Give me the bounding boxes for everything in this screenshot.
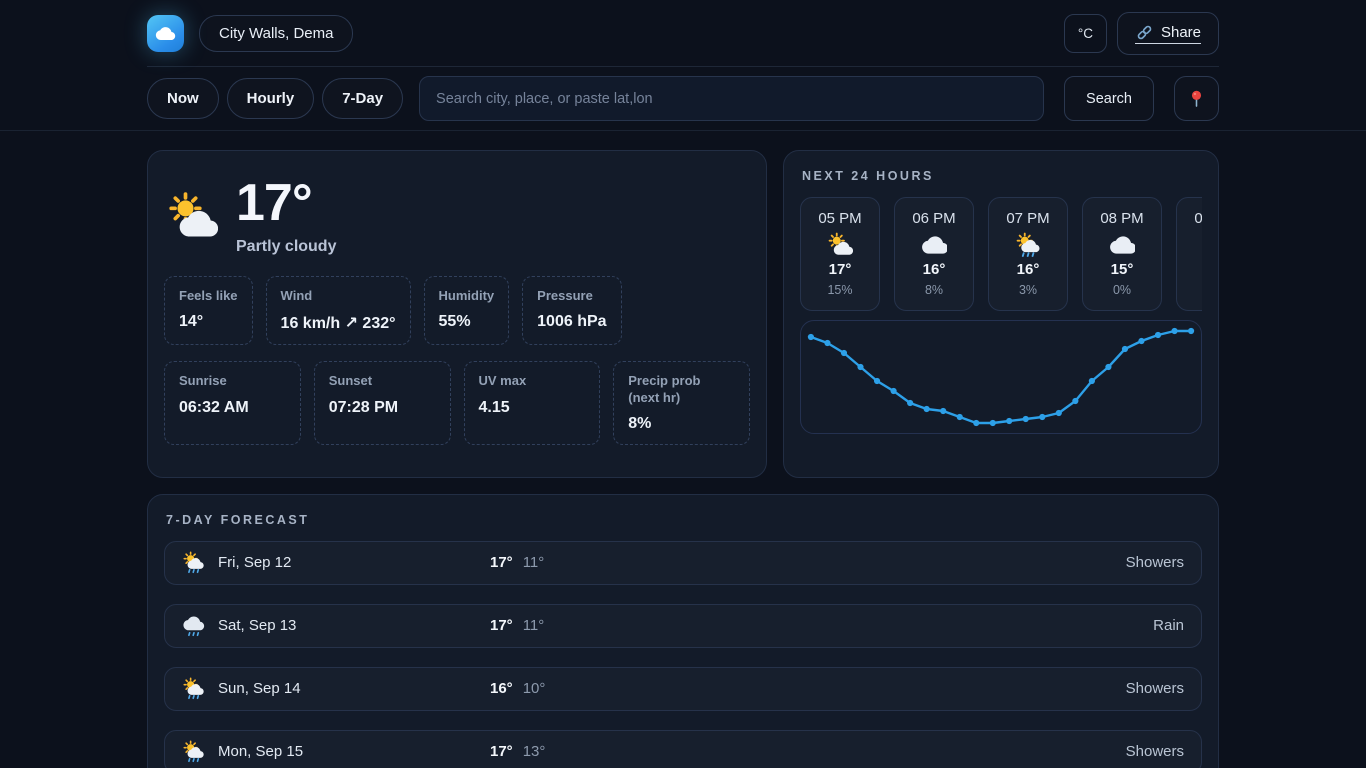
hour-weather-icon <box>921 232 947 258</box>
hour-card: 06 PM 16° 8% <box>894 197 974 311</box>
day-high: 17° <box>490 617 513 634</box>
day-weather-icon <box>182 551 205 574</box>
search-button[interactable]: Search <box>1064 76 1154 121</box>
current-condition: Partly cloudy <box>236 238 336 256</box>
day-weather-icon <box>182 677 205 700</box>
share-button[interactable]: Share <box>1117 12 1219 55</box>
day-condition: Rain <box>544 617 1184 634</box>
current-temp: 17° <box>236 177 336 229</box>
stat-feels-like: Feels like 14° <box>164 276 253 345</box>
day-low: 13° <box>523 743 546 760</box>
stat-wind: Wind 16 km/h ↗ 232° <box>266 276 411 345</box>
hour-weather-icon <box>1015 232 1041 258</box>
current-weather-icon <box>166 191 218 243</box>
share-label: Share <box>1161 24 1201 41</box>
day-low: 11° <box>523 554 545 571</box>
stat-pressure: Pressure 1006 hPa <box>522 276 621 345</box>
stat-sunset: Sunset 07:28 PM <box>314 361 451 445</box>
seven-day-forecast-card: 7-DAY FORECAST Fri, Sep 12 17° 11° Showe… <box>147 494 1219 768</box>
day-low: 11° <box>523 617 545 634</box>
forecast-row: Sat, Sep 13 17° 11° Rain <box>164 604 1202 648</box>
nav-bar: Now Hourly 7-Day Search <box>0 67 1366 131</box>
app-logo <box>147 15 184 52</box>
day-high: 17° <box>490 554 513 571</box>
forecast-row: Mon, Sep 15 17° 13° Showers <box>164 730 1202 768</box>
day-low: 10° <box>523 680 546 697</box>
day-high: 16° <box>490 680 513 697</box>
hour-card: 09 PM <box>1176 197 1202 311</box>
seven-day-title: 7-DAY FORECAST <box>166 513 1202 527</box>
search-input[interactable] <box>419 76 1044 121</box>
pushpin-icon <box>1186 88 1207 109</box>
stat-sunrise: Sunrise 06:32 AM <box>164 361 301 445</box>
next-24-hours-title: NEXT 24 HOURS <box>802 169 1202 183</box>
tab-hourly[interactable]: Hourly <box>227 78 315 119</box>
stat-precip-prob: Precip prob (next hr) 8% <box>613 361 750 445</box>
current-conditions-card: 17° Partly cloudy Feels like 14° Wind 16… <box>147 150 767 478</box>
trend-chart-svg <box>801 321 1201 433</box>
forecast-row: Sun, Sep 14 16° 10° Showers <box>164 667 1202 711</box>
link-icon <box>1135 23 1154 42</box>
stat-uv-max: UV max 4.15 <box>464 361 601 445</box>
hour-card: 05 PM 17° 15% <box>800 197 880 311</box>
tab-now[interactable]: Now <box>147 78 219 119</box>
hour-card: 07 PM 16° 3% <box>988 197 1068 311</box>
day-condition: Showers <box>544 554 1184 571</box>
location-chip[interactable]: City Walls, Dema <box>199 15 353 52</box>
day-condition: Showers <box>545 743 1184 760</box>
hour-weather-icon <box>1109 232 1135 258</box>
day-weather-icon <box>182 740 205 763</box>
day-condition: Showers <box>545 680 1184 697</box>
hourly-strip[interactable]: 05 PM 17° 15% 06 PM 16° 8% 07 PM 16° 3% <box>800 197 1202 311</box>
next-24-hours-card: NEXT 24 HOURS 05 PM 17° 15% 06 PM 16° 8%… <box>783 150 1219 478</box>
forecast-row: Fri, Sep 12 17° 11° Showers <box>164 541 1202 585</box>
day-high: 17° <box>490 743 513 760</box>
stats-row-2: Sunrise 06:32 AM Sunset 07:28 PM UV max … <box>164 361 750 445</box>
tab-7day[interactable]: 7-Day <box>322 78 403 119</box>
day-weather-icon <box>182 614 205 637</box>
unit-toggle-button[interactable]: °C <box>1064 14 1107 53</box>
use-location-button[interactable] <box>1174 76 1219 121</box>
hour-card: 08 PM 15° 0% <box>1082 197 1162 311</box>
stat-humidity: Humidity 55% <box>424 276 510 345</box>
stats-row-1: Feels like 14° Wind 16 km/h ↗ 232° Humid… <box>164 276 750 345</box>
temperature-trend-chart <box>800 320 1202 434</box>
logo-cloud-icon <box>155 23 176 44</box>
hour-weather-icon <box>827 232 853 258</box>
top-bar: City Walls, Dema °C Share <box>0 0 1366 67</box>
